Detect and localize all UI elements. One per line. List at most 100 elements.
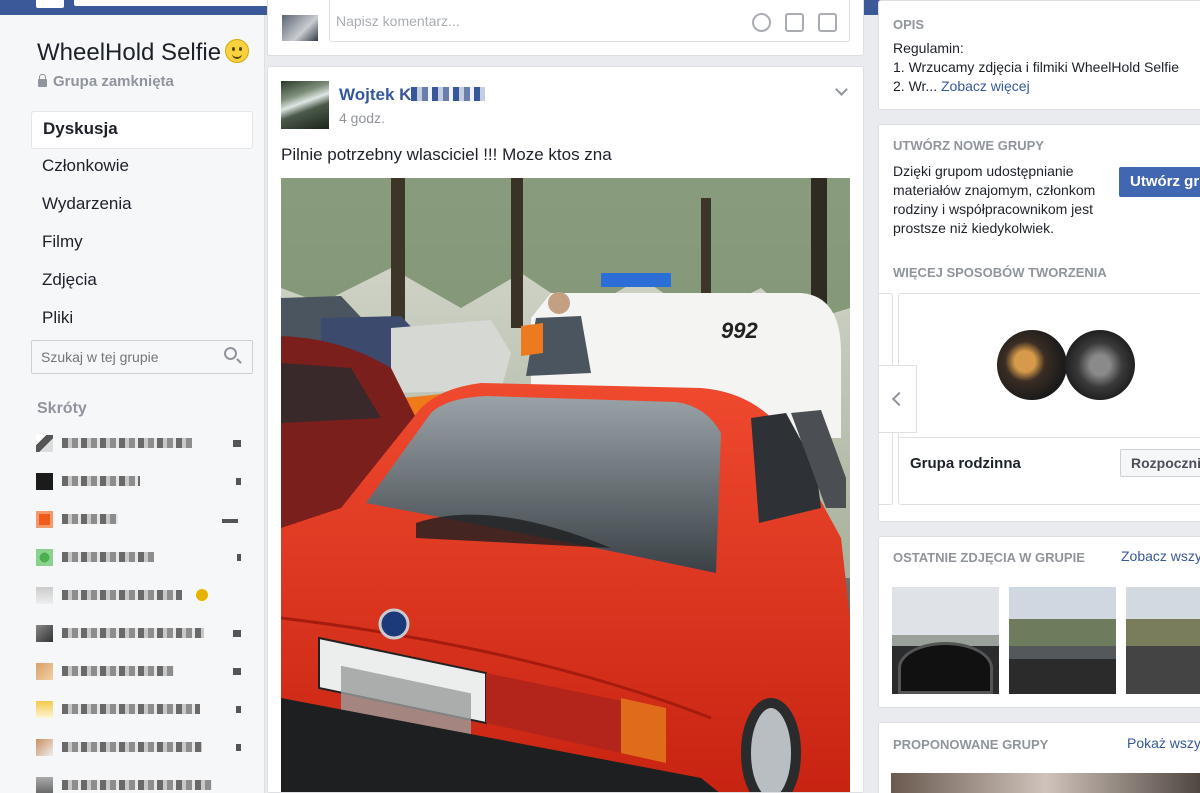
suggested-groups-heading: PROPONOWANE GRUPY bbox=[893, 737, 1049, 752]
nav-item-events[interactable]: Wydarzenia bbox=[31, 187, 253, 225]
shortcut-label-pixelated bbox=[62, 628, 204, 638]
shortcut-count bbox=[236, 478, 241, 485]
shortcut-item[interactable] bbox=[36, 775, 246, 793]
shortcut-item[interactable] bbox=[36, 433, 246, 453]
shortcut-item[interactable] bbox=[36, 661, 246, 681]
nav-item-photos[interactable]: Zdjęcia bbox=[31, 263, 253, 301]
author-avatar[interactable] bbox=[281, 81, 329, 129]
recent-photos-heading: OSTATNIE ZDJĘCIA W GRUPIE bbox=[893, 550, 1085, 565]
family-group-title: Grupa rodzinna bbox=[910, 455, 1021, 472]
author-surname-pixelated bbox=[411, 87, 486, 101]
shortcut-item[interactable] bbox=[36, 585, 246, 605]
group-icon bbox=[36, 587, 53, 604]
rule-2-text: 2. Wr... bbox=[893, 78, 938, 94]
group-icon bbox=[36, 625, 53, 642]
group-icon bbox=[36, 777, 53, 793]
lock-icon bbox=[38, 74, 47, 87]
group-search-input[interactable] bbox=[31, 340, 253, 374]
post-text: Pilnie potrzebny wlasciciel !!! Moze kto… bbox=[281, 145, 612, 164]
see-all-photos-link[interactable]: Zobacz wszystkie bbox=[1121, 548, 1200, 564]
nav-item-discussion[interactable]: Dyskusja bbox=[31, 111, 253, 149]
family-group-card[interactable]: Grupa rodzinna Rozpocznij bbox=[898, 293, 1200, 505]
commenter-avatar bbox=[282, 15, 318, 41]
game-icon bbox=[36, 549, 53, 566]
shortcut-label-pixelated bbox=[62, 552, 154, 562]
shortcut-label-pixelated bbox=[62, 590, 182, 600]
author-name-text[interactable]: Wojtek K bbox=[339, 85, 411, 104]
suggested-group-cover[interactable] bbox=[891, 773, 1200, 793]
about-card: OPIS Regulamin: 1. Wrzucamy zdjęcia i fi… bbox=[878, 0, 1200, 110]
shortcut-label-pixelated bbox=[62, 742, 202, 752]
shortcut-count bbox=[237, 554, 241, 561]
red-car-photo: 992 bbox=[281, 178, 850, 792]
create-desc-line-1: Dzięki grupom udostępnianie bbox=[893, 163, 1074, 179]
shortcuts-heading: Skróty bbox=[37, 400, 87, 417]
start-family-group-button[interactable]: Rozpocznij bbox=[1120, 449, 1200, 477]
shortcut-count bbox=[222, 519, 238, 523]
create-desc-line-4: prostsze niż kiedykolwiek. bbox=[893, 220, 1055, 236]
sticker-icon[interactable] bbox=[818, 13, 837, 32]
nav-item-members[interactable]: Członkowie bbox=[31, 149, 253, 187]
shortcut-count bbox=[233, 440, 241, 447]
camera-icon[interactable] bbox=[785, 13, 804, 32]
create-group-button[interactable]: Utwórz grupę bbox=[1119, 167, 1200, 197]
shortcut-count bbox=[233, 668, 241, 675]
see-more-link[interactable]: Zobacz więcej bbox=[941, 78, 1030, 94]
van-number: 992 bbox=[721, 318, 758, 343]
group-icon bbox=[36, 663, 53, 680]
shortcut-label-pixelated bbox=[62, 780, 212, 790]
page-icon bbox=[36, 473, 53, 490]
more-ways-heading: WIĘCEJ SPOSOBÓW TWORZENIA bbox=[893, 265, 1107, 280]
create-groups-card: UTWÓRZ NOWE GRUPY Dzięki grupom udostępn… bbox=[878, 124, 1200, 522]
group-privacy: Grupa zamknięta bbox=[38, 73, 174, 90]
post-timestamp[interactable]: 4 godz. bbox=[339, 110, 385, 126]
nav-item-files[interactable]: Pliki bbox=[31, 301, 253, 339]
author-name[interactable]: Wojtek K bbox=[339, 85, 486, 105]
search-icon[interactable] bbox=[224, 347, 237, 360]
shortcut-label-pixelated bbox=[62, 514, 118, 524]
nav-item-videos[interactable]: Filmy bbox=[31, 225, 253, 263]
post-photo[interactable]: 992 bbox=[281, 178, 850, 792]
app-icon bbox=[36, 511, 53, 528]
recent-photo-thumbnail[interactable] bbox=[892, 587, 999, 694]
shortcut-count bbox=[233, 630, 241, 637]
comment-placeholder: Napisz komentarz... bbox=[336, 13, 460, 29]
shortcut-label-pixelated bbox=[62, 704, 200, 714]
shortcut-label-pixelated bbox=[62, 666, 174, 676]
emoji-icon[interactable] bbox=[752, 13, 771, 32]
rules-title: Regulamin: bbox=[893, 40, 964, 56]
emoji-icon bbox=[196, 589, 208, 601]
shortcut-item[interactable] bbox=[36, 737, 246, 757]
group-icon bbox=[36, 739, 53, 756]
comment-composer: Napisz komentarz... bbox=[267, 0, 864, 56]
left-sidebar: WheelHold Selfie Grupa zamknięta Dyskusj… bbox=[0, 15, 265, 793]
group-title-text[interactable]: WheelHold Selfie bbox=[37, 39, 221, 66]
shortcut-count bbox=[236, 706, 241, 713]
shortcut-item[interactable] bbox=[36, 471, 246, 491]
shortcut-item[interactable] bbox=[36, 699, 246, 719]
shortcut-item[interactable] bbox=[36, 547, 246, 567]
shortcut-item[interactable] bbox=[36, 509, 246, 529]
group-icon bbox=[36, 701, 53, 718]
shortcut-label-pixelated bbox=[62, 438, 192, 448]
recent-photo-thumbnail[interactable] bbox=[1126, 587, 1200, 694]
suggested-groups-card: PROPONOWANE GRUPY Pokaż wszystkie bbox=[878, 722, 1200, 793]
rule-2: 2. Wr... Zobacz więcej bbox=[893, 77, 1030, 97]
family-photo-avatar bbox=[997, 330, 1067, 400]
facebook-logo-icon[interactable] bbox=[36, 0, 64, 8]
create-groups-heading: UTWÓRZ NOWE GRUPY bbox=[893, 138, 1044, 153]
post-options-chevron-icon[interactable] bbox=[835, 83, 848, 96]
car-interior bbox=[1009, 659, 1116, 694]
group-icon bbox=[36, 435, 53, 452]
group-title[interactable]: WheelHold Selfie bbox=[37, 39, 250, 67]
shortcut-item[interactable] bbox=[36, 623, 246, 643]
card-divider bbox=[899, 437, 1200, 438]
recent-photo-thumbnail[interactable] bbox=[1009, 587, 1116, 694]
shortcut-count bbox=[236, 744, 241, 751]
about-heading: OPIS bbox=[893, 17, 925, 32]
family-photo-avatar bbox=[1065, 330, 1135, 400]
feed-post: Wojtek K 4 godz. Pilnie potrzebny wlasci… bbox=[267, 66, 864, 793]
show-all-suggested-link[interactable]: Pokaż wszystkie bbox=[1127, 735, 1200, 751]
shortcut-label-pixelated bbox=[62, 476, 140, 486]
carousel-prev-chevron-icon[interactable] bbox=[879, 365, 917, 433]
